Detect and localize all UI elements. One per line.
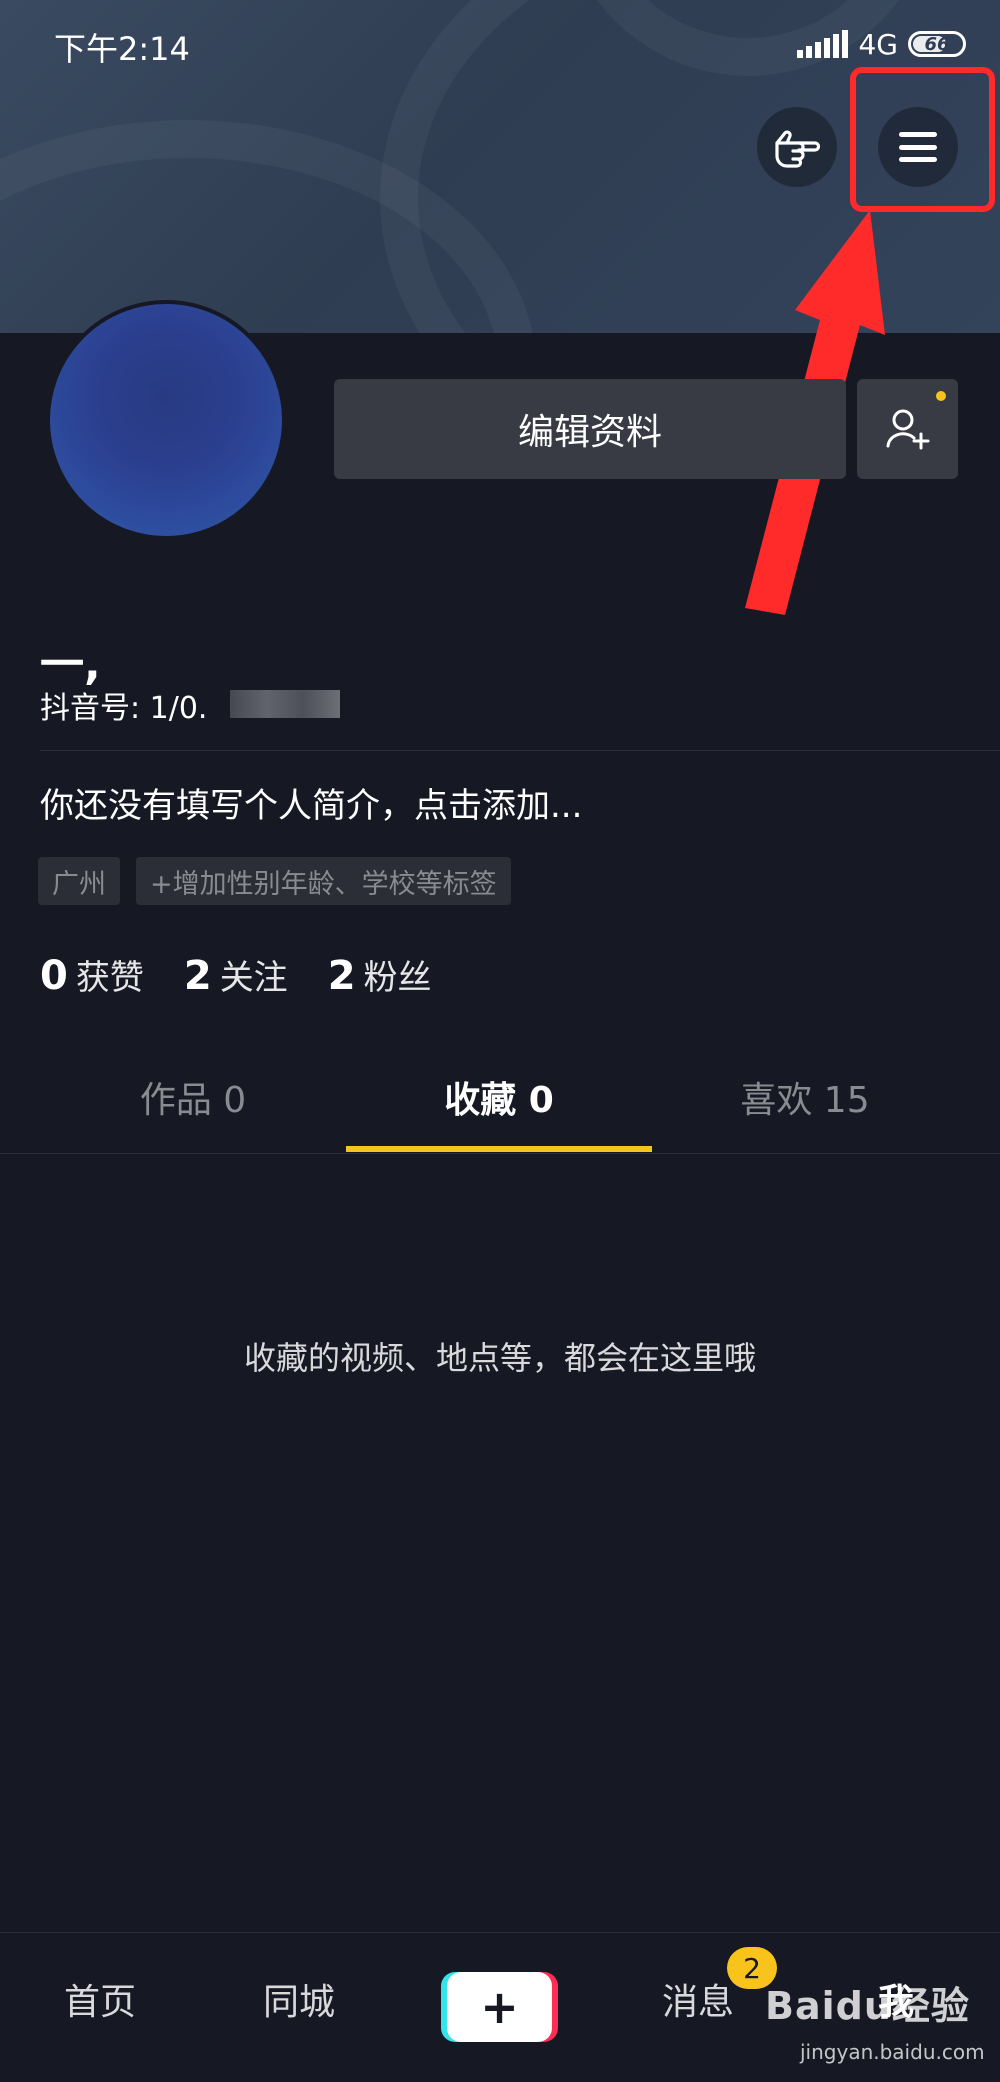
edit-profile-button[interactable]: 编辑资料 bbox=[334, 379, 846, 479]
watermark-url: jingyan.baidu.com bbox=[800, 2040, 985, 2064]
profile-tabs: 作品 0 收藏 0 喜欢 15 bbox=[0, 1045, 1000, 1155]
location-tag[interactable]: 广州 bbox=[38, 857, 120, 905]
pointing-hand-icon bbox=[775, 130, 821, 168]
stat-following[interactable]: 2 关注 bbox=[184, 950, 288, 999]
divider bbox=[0, 1153, 1000, 1154]
empty-state-message: 收藏的视频、地点等，都会在这里哦 bbox=[243, 1339, 756, 1377]
tab-favorites[interactable]: 收藏 0 bbox=[346, 1045, 652, 1149]
nav-nearby[interactable]: 同城 bbox=[263, 1973, 335, 2025]
stat-number: 2 bbox=[183, 953, 212, 999]
id-redaction bbox=[230, 690, 340, 718]
notification-dot bbox=[936, 391, 946, 401]
nav-messages[interactable]: 消息 bbox=[662, 1973, 734, 2025]
plus-icon: + bbox=[480, 1980, 519, 2034]
add-friend-button[interactable] bbox=[857, 379, 958, 479]
stat-label: 关注 bbox=[219, 958, 288, 998]
add-tags-button[interactable]: +增加性别年龄、学校等标签 bbox=[136, 857, 511, 905]
profile-stats: 0 获赞 2 关注 2 粉丝 bbox=[40, 950, 432, 999]
status-time: 下午2:14 bbox=[54, 30, 190, 68]
divider bbox=[40, 750, 1000, 751]
menu-highlight-box bbox=[850, 67, 995, 212]
battery-level: 66 bbox=[924, 33, 950, 55]
tab-works[interactable]: 作品 0 bbox=[40, 1045, 346, 1149]
network-type: 4G bbox=[858, 27, 898, 61]
nav-home[interactable]: 首页 bbox=[64, 1973, 136, 2025]
signal-icon bbox=[797, 30, 849, 58]
stat-label: 粉丝 bbox=[363, 958, 432, 998]
avatar[interactable] bbox=[46, 300, 286, 540]
gesture-button[interactable] bbox=[757, 107, 837, 187]
battery-icon: 66 bbox=[908, 31, 966, 57]
status-indicators: 4G 66 bbox=[797, 26, 966, 62]
bio-text[interactable]: 你还没有填写个人简介，点击添加... bbox=[40, 778, 582, 827]
create-button[interactable]: + bbox=[447, 1972, 552, 2042]
tab-likes[interactable]: 喜欢 15 bbox=[652, 1045, 958, 1149]
stat-number: 0 bbox=[40, 953, 68, 999]
stat-followers[interactable]: 2 粉丝 bbox=[328, 950, 432, 999]
douyin-id: 抖音号: 1/0. bbox=[40, 691, 208, 726]
stat-label: 获赞 bbox=[75, 958, 144, 998]
watermark-logo: Baidu经验 bbox=[765, 1984, 970, 2028]
stat-likes[interactable]: 0 获赞 bbox=[40, 950, 144, 999]
active-tab-indicator bbox=[346, 1146, 652, 1152]
add-user-icon bbox=[886, 409, 929, 450]
stat-number: 2 bbox=[327, 953, 356, 999]
